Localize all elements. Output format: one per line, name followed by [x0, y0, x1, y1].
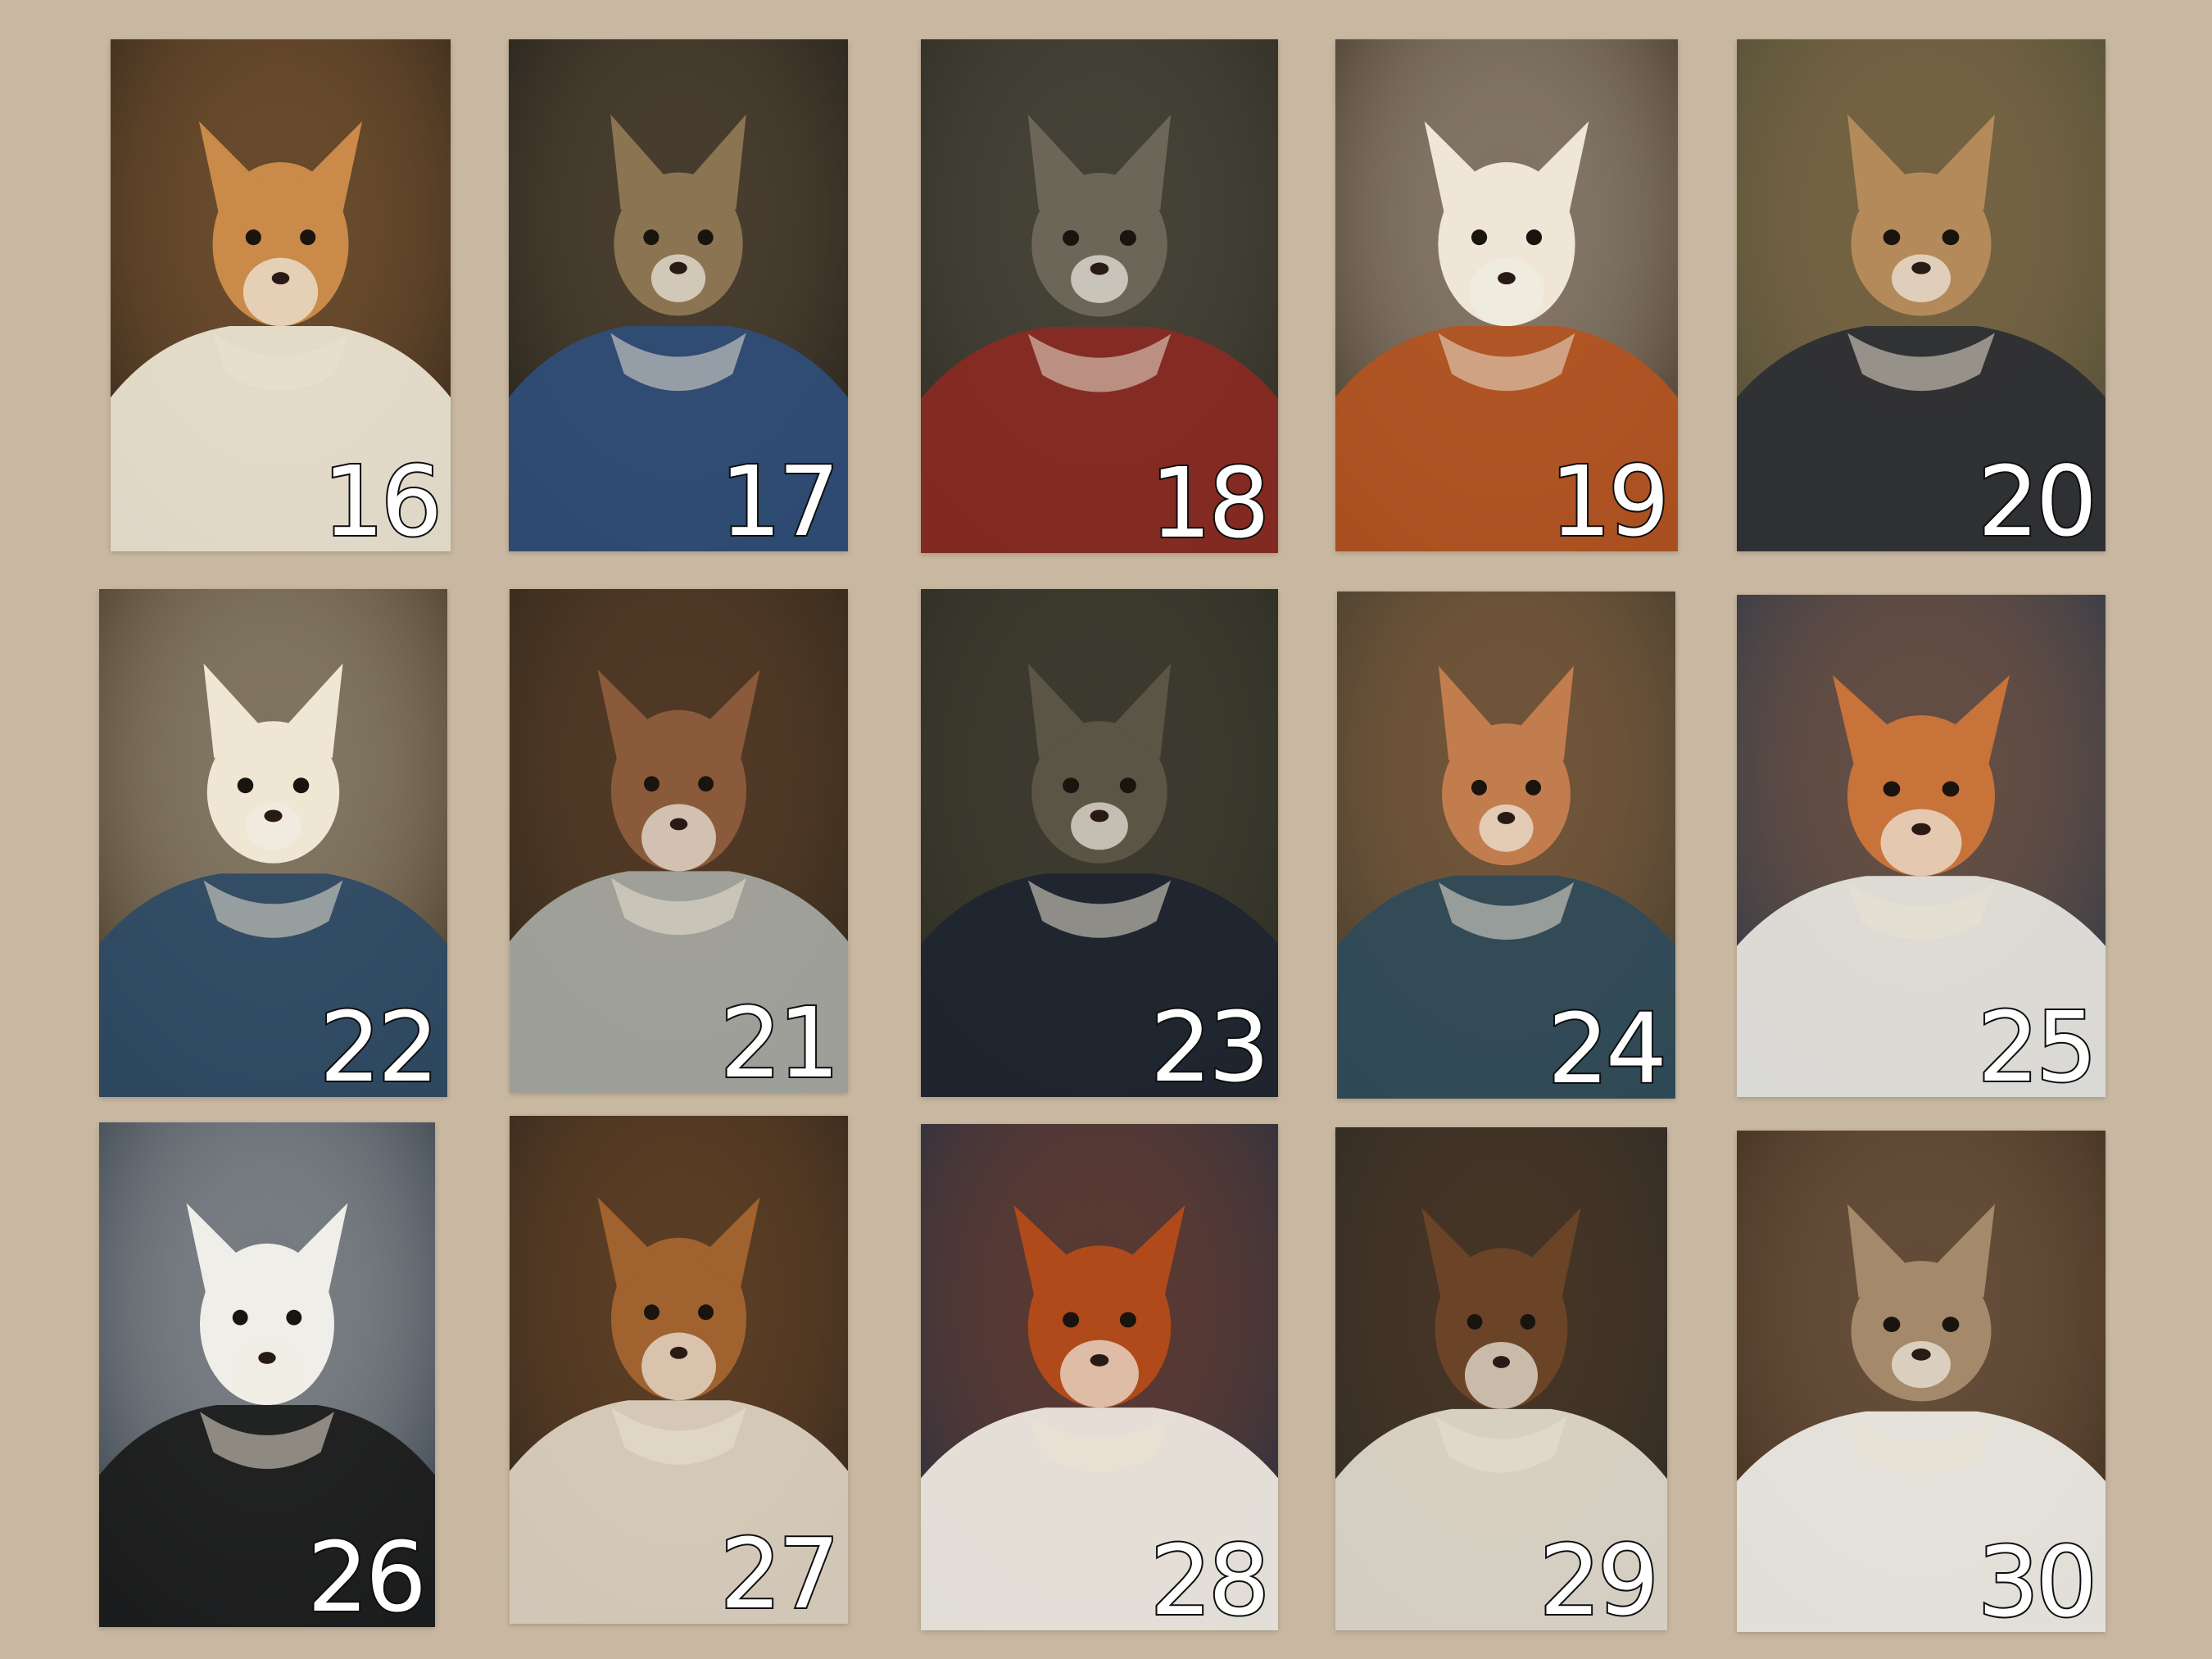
painting-shape — [264, 809, 283, 823]
painting-shape — [1090, 809, 1109, 823]
painting-shape — [1911, 1349, 1931, 1361]
portrait-number: 22 — [318, 990, 441, 1097]
painting-shape — [286, 1309, 302, 1326]
portrait-number: 28 — [1149, 1524, 1271, 1630]
painting-shape — [300, 229, 316, 246]
painting-shape — [1090, 1353, 1109, 1367]
portrait-card-25[interactable]: 25 — [1737, 595, 2105, 1097]
painting-shape — [1525, 779, 1542, 796]
portrait-card-30[interactable]: 30 — [1737, 1131, 2105, 1632]
portrait-card-21[interactable]: 21 — [510, 589, 848, 1093]
portrait-card-27[interactable]: 27 — [510, 1116, 848, 1624]
portrait-number: 21 — [718, 986, 841, 1093]
painting-shape — [643, 229, 660, 246]
painting-shape — [1942, 781, 1960, 797]
portrait-card-16[interactable]: 16 — [111, 39, 451, 551]
painting-shape — [1071, 255, 1128, 303]
portrait-card-18[interactable]: 18 — [921, 39, 1278, 553]
portrait-number: 30 — [1976, 1525, 2099, 1632]
painting-shape — [1942, 229, 1960, 246]
painting-shape — [641, 804, 716, 872]
portrait-number: 19 — [1548, 445, 1671, 551]
painting-shape — [669, 1346, 688, 1359]
portrait-number: 18 — [1149, 446, 1271, 553]
painting-shape — [1497, 812, 1516, 824]
painting-shape — [1119, 1312, 1136, 1328]
painting-shape — [1071, 802, 1128, 850]
painting-shape — [669, 818, 688, 831]
portrait-card-24[interactable]: 24 — [1337, 592, 1675, 1099]
painting-shape — [650, 254, 706, 302]
painting-shape — [237, 777, 254, 794]
portrait-number: 16 — [321, 445, 444, 551]
painting-shape — [1892, 254, 1951, 302]
painting-shape — [271, 272, 290, 285]
portrait-card-28[interactable]: 28 — [921, 1124, 1278, 1630]
portrait-card-23[interactable]: 23 — [921, 589, 1278, 1097]
portrait-card-17[interactable]: 17 — [509, 39, 848, 551]
painting-shape — [1479, 804, 1534, 852]
painting-shape — [1063, 777, 1080, 794]
portrait-number: 27 — [718, 1517, 841, 1624]
painting-shape — [1892, 1341, 1951, 1389]
painting-shape — [1911, 823, 1931, 836]
painting-shape — [1464, 1341, 1539, 1409]
painting-shape — [1492, 1356, 1511, 1368]
portrait-number: 20 — [1976, 445, 2099, 551]
portrait-number: 17 — [718, 445, 841, 551]
painting-shape — [1883, 1317, 1901, 1333]
painting-shape — [1119, 777, 1136, 794]
painting-shape — [1880, 809, 1962, 877]
portrait-card-29[interactable]: 29 — [1335, 1127, 1667, 1630]
painting-shape — [698, 1304, 714, 1321]
painting-shape — [697, 229, 714, 246]
painting-shape — [669, 261, 687, 274]
painting-shape — [1063, 229, 1080, 247]
portrait-card-20[interactable]: 20 — [1737, 39, 2105, 551]
painting-shape — [1119, 229, 1136, 247]
painting-shape — [229, 1337, 305, 1405]
painting-shape — [292, 777, 310, 794]
painting-shape — [643, 776, 660, 792]
portrait-card-22[interactable]: 22 — [99, 589, 447, 1097]
painting-shape — [258, 1352, 276, 1364]
painting-shape — [1883, 229, 1901, 246]
painting-shape — [243, 257, 319, 326]
painting-shape — [1471, 229, 1488, 246]
painting-shape — [1090, 262, 1109, 275]
painting-shape — [1060, 1339, 1139, 1408]
portrait-number: 25 — [1976, 990, 2099, 1097]
portrait-card-19[interactable]: 19 — [1335, 39, 1678, 551]
painting-shape — [1466, 1313, 1483, 1330]
painting-shape — [245, 229, 261, 246]
portrait-number: 24 — [1546, 992, 1669, 1099]
painting-shape — [1471, 779, 1487, 796]
portrait-card-26[interactable]: 26 — [99, 1122, 435, 1627]
painting-shape — [245, 802, 301, 850]
painting-shape — [1498, 272, 1516, 285]
painting-shape — [1911, 261, 1931, 274]
portrait-number: 29 — [1538, 1524, 1661, 1630]
painting-shape — [1520, 1313, 1536, 1330]
painting-shape — [1525, 229, 1543, 246]
painting-shape — [232, 1309, 248, 1326]
portrait-number: 26 — [306, 1521, 428, 1627]
painting-shape — [1469, 257, 1544, 326]
painting-shape — [1942, 1317, 1960, 1333]
painting-shape — [1883, 781, 1901, 797]
painting-shape — [641, 1332, 716, 1401]
painting-shape — [643, 1304, 660, 1321]
painting-shape — [698, 776, 714, 792]
painting-shape — [1063, 1312, 1080, 1328]
portrait-number: 23 — [1149, 990, 1271, 1097]
